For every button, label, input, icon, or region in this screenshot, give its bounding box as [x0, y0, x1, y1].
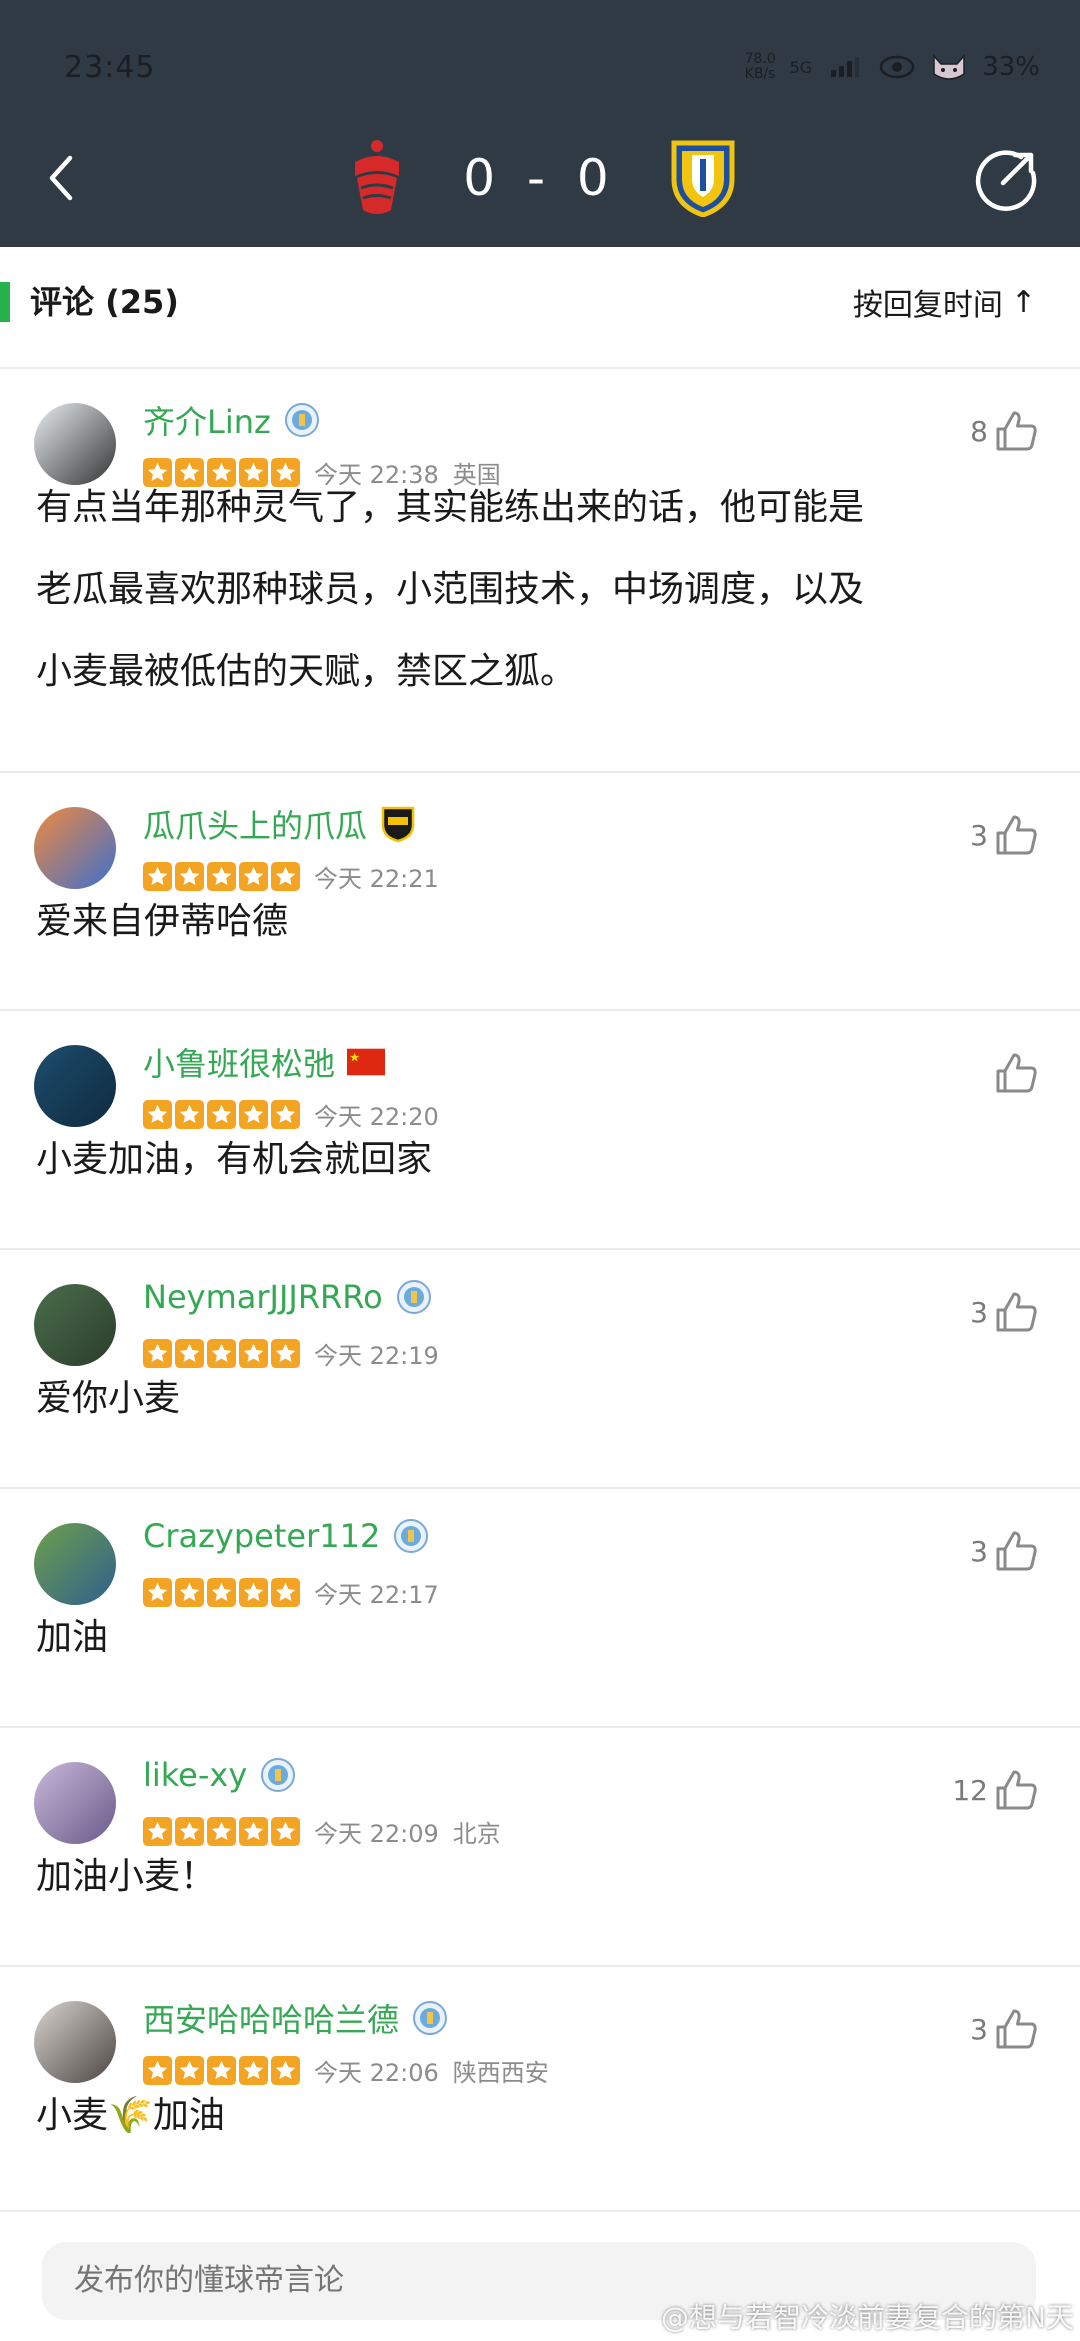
thumbs-up-icon: [996, 1770, 1037, 1810]
nottingham-forest-badge-icon[interactable]: [337, 135, 417, 221]
avatar[interactable]: [34, 1284, 116, 1366]
like-button[interactable]: 3: [970, 2005, 1040, 2053]
comment-text-line: 加油小麦！: [36, 1856, 217, 1897]
comment-item[interactable]: Crazypeter112 今天 22:17 3 加油: [0, 1487, 1080, 1728]
username[interactable]: 瓜爪头上的爪瓜: [143, 801, 367, 847]
like-count: 8: [970, 414, 988, 448]
comment-item[interactable]: 齐介Linz 今天 22:38 英国 8 有点当年那种灵气了，其实能练出来的话，…: [0, 367, 1080, 773]
yellow-club-badge-icon: [379, 805, 417, 843]
username[interactable]: 小鲁班很松弛: [143, 1039, 335, 1085]
comment-text-line: 加油: [36, 1617, 109, 1658]
thumbs-up-icon: [996, 2009, 1037, 2049]
avatar[interactable]: [34, 2001, 116, 2083]
like-button[interactable]: 8: [970, 407, 1040, 455]
comment-body: 小麦加油，有机会就回家: [36, 1119, 1044, 1201]
thumbs-up-icon: [996, 1053, 1037, 1093]
comment-user-line: 西安哈哈哈哈兰德: [143, 1995, 449, 2041]
battery-level: 33%: [982, 52, 1040, 82]
arrow-up-icon: ↑: [1010, 284, 1036, 320]
comment-body: 爱来自伊蒂哈德: [36, 881, 1044, 963]
eye-icon: [878, 53, 916, 81]
comment-text-line: 老瓜最喜欢那种球员，小范围技术，中场调度，以及: [36, 569, 865, 610]
net-speed-unit: KB/s: [744, 66, 776, 82]
comment-user-line: 瓜爪头上的爪瓜: [143, 801, 417, 847]
section-accent-bar: [0, 282, 10, 322]
avatar[interactable]: [34, 1045, 116, 1127]
comment-body: 小麦🌾加油: [36, 2075, 1044, 2157]
network-type: 5G: [789, 57, 813, 77]
sort-label: 按回复时间: [852, 288, 1003, 323]
comment-item[interactable]: NeymarJJJRRRo 今天 22:19 3 爱你小麦: [0, 1248, 1080, 1489]
like-button[interactable]: 12: [952, 1766, 1040, 1814]
thumbs-up-icon: [996, 411, 1037, 451]
avatar[interactable]: [34, 1762, 116, 1844]
comment-body: 爱你小麦: [36, 1358, 1044, 1440]
username[interactable]: like-xy: [143, 1756, 247, 1794]
man-city-badge-icon: [259, 1756, 297, 1794]
like-count: 3: [970, 1295, 988, 1329]
man-city-badge-icon: [283, 401, 321, 439]
comment-body: 有点当年那种灵气了，其实能练出来的话，他可能是 老瓜最喜欢那种球员，小范围技术，中…: [36, 467, 1044, 713]
like-button[interactable]: 3: [970, 1527, 1040, 1575]
leeds-united-badge-icon[interactable]: [663, 135, 743, 221]
comment-body: 加油小麦！: [36, 1836, 1044, 1918]
avatar[interactable]: [34, 807, 116, 889]
thumbs-up-icon: [996, 1531, 1037, 1571]
comment-item[interactable]: 瓜爪头上的爪瓜 今天 22:21 3 爱来自伊蒂哈德: [0, 771, 1080, 1011]
net-speed-value: 78.0: [744, 51, 776, 67]
comments-header: 评论 (25) 按回复时间 ↑: [0, 247, 1080, 369]
share-button[interactable]: [968, 140, 1046, 218]
like-button[interactable]: 3: [970, 1288, 1040, 1336]
avatar[interactable]: [34, 1523, 116, 1605]
net-speed: 78.0 KB/s: [744, 52, 775, 82]
signal-icon: [826, 53, 864, 81]
comment-item[interactable]: like-xy 今天 22:09 北京 12 加油小麦！: [0, 1726, 1080, 1967]
status-time: 23:45: [64, 50, 156, 85]
weibo-watermark: @想与若智冷淡前妻复合的第N天: [661, 2301, 1074, 2334]
comment-item[interactable]: 西安哈哈哈哈兰德 今天 22:06 陕西西安 3 小麦🌾加油: [0, 1965, 1080, 2212]
thumbs-up-icon: [996, 815, 1037, 855]
like-button[interactable]: [988, 1049, 1040, 1097]
comments-title: 评论 (25): [30, 283, 179, 321]
like-count: 3: [970, 818, 988, 852]
sort-by-reply-time-button[interactable]: 按回复时间 ↑: [853, 280, 1036, 324]
comment-text-line: 小麦最被低估的天赋，禁区之狐。: [36, 651, 577, 692]
username[interactable]: NeymarJJJRRRo: [143, 1278, 383, 1316]
man-city-badge-icon: [392, 1517, 430, 1555]
comment-text-line: 爱来自伊蒂哈德: [36, 901, 289, 942]
comment-user-line: like-xy: [143, 1756, 297, 1794]
comment-body: 加油: [36, 1597, 1044, 1679]
comment-user-line: NeymarJJJRRRo: [143, 1278, 433, 1316]
comment-user-line: 齐介Linz: [143, 397, 321, 443]
comment-text-line: 小麦加油，有机会就回家: [36, 1139, 433, 1180]
china-flag-icon: [347, 1043, 386, 1081]
username[interactable]: 西安哈哈哈哈兰德: [143, 1995, 399, 2041]
like-count: 12: [952, 1773, 988, 1807]
cat-face-icon: [930, 53, 968, 81]
comment-text-line: 有点当年那种灵气了，其实能练出来的话，他可能是: [36, 487, 865, 528]
comment-text-line: 爱你小麦: [36, 1378, 181, 1419]
man-city-badge-icon: [411, 1999, 449, 2037]
like-count: 3: [970, 1534, 988, 1568]
comment-item[interactable]: 小鲁班很松弛 今天 22:20 小麦加油，有机会就回家: [0, 1009, 1080, 1250]
like-button[interactable]: 3: [970, 811, 1040, 859]
man-city-badge-icon: [395, 1278, 433, 1316]
comment-user-line: Crazypeter112: [143, 1517, 430, 1555]
username[interactable]: Crazypeter112: [143, 1517, 380, 1555]
username[interactable]: 齐介Linz: [143, 397, 271, 443]
scoreboard: 0 - 0: [0, 128, 1080, 228]
share-icon: [975, 150, 1037, 211]
comment-user-line: 小鲁班很松弛: [143, 1039, 386, 1085]
comment-text-line: 小麦🌾加油: [36, 2095, 225, 2136]
match-header: 23:45 78.0 KB/s 5G 33% 0 - 0: [0, 0, 1080, 247]
match-score: 0 - 0: [463, 149, 617, 207]
thumbs-up-icon: [996, 1292, 1037, 1332]
status-icons: 78.0 KB/s 5G 33%: [744, 52, 1040, 83]
like-count: 3: [970, 2012, 988, 2046]
